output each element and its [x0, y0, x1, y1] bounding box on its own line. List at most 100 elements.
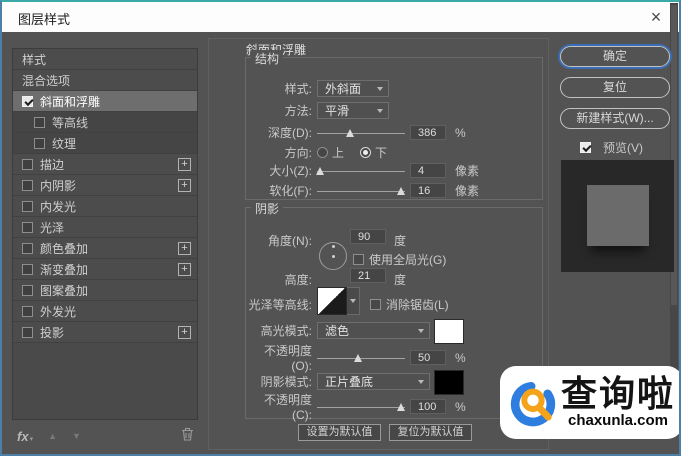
structure-group-label: 结构: [251, 50, 284, 67]
item-checkbox[interactable]: [22, 242, 33, 254]
item-checkbox[interactable]: [22, 284, 33, 296]
item-checkbox[interactable]: [22, 305, 33, 317]
item-checkbox[interactable]: [22, 179, 33, 191]
gloss-contour-swatch[interactable]: [317, 287, 347, 315]
altitude-label: 高度:: [284, 273, 312, 287]
item-label: 颜色叠加: [40, 241, 89, 256]
style-list-item[interactable]: 投影 +: [13, 322, 197, 343]
angle-dial[interactable]: [319, 242, 347, 270]
plus-icon[interactable]: +: [178, 157, 191, 171]
style-list-item[interactable]: 样式: [13, 49, 197, 70]
slider-thumb-icon[interactable]: [396, 186, 405, 195]
watermark-text: 查询啦 chaxunla.com: [561, 376, 675, 429]
direction-row: 方向: 上 下: [250, 144, 540, 161]
shadow-opacity-input[interactable]: [410, 399, 446, 414]
style-list-item[interactable]: 混合选项: [13, 70, 197, 91]
soften-row: 软化(F): 像素: [250, 182, 540, 199]
plus-icon[interactable]: +: [178, 241, 191, 255]
item-checkbox[interactable]: [22, 200, 33, 212]
style-list-item[interactable]: 描边 +: [13, 154, 197, 175]
dialog-title: 图层样式: [18, 12, 71, 27]
highlight-color-swatch[interactable]: [434, 319, 464, 344]
item-label: 投影: [40, 325, 65, 340]
slider-thumb-icon[interactable]: [396, 402, 405, 411]
direction-down-radio[interactable]: [360, 147, 372, 158]
contour-picker-button[interactable]: [347, 287, 360, 315]
reset-button[interactable]: 复位: [560, 77, 670, 98]
chevron-down-icon: [350, 299, 356, 303]
item-checkbox[interactable]: [22, 263, 33, 275]
depth-slider[interactable]: [317, 126, 405, 140]
fx-menu-button[interactable]: fx: [17, 429, 29, 444]
watermark-title: 查询啦: [561, 374, 676, 414]
style-list-item[interactable]: 等高线: [13, 112, 197, 133]
item-label: 描边: [40, 157, 65, 172]
style-list-item[interactable]: 光泽: [13, 217, 197, 238]
style-list-item[interactable]: 斜面和浮雕: [13, 91, 197, 112]
style-list-item[interactable]: 图案叠加: [13, 280, 197, 301]
angle-input[interactable]: [350, 229, 386, 244]
item-checkbox[interactable]: [22, 326, 33, 338]
item-checkbox[interactable]: [34, 137, 45, 149]
plus-icon[interactable]: +: [178, 325, 191, 339]
slider-thumb-icon[interactable]: [354, 353, 363, 362]
antialias-checkbox[interactable]: [370, 299, 381, 310]
size-slider[interactable]: [315, 164, 405, 178]
item-checkbox[interactable]: [34, 116, 45, 128]
move-down-icon[interactable]: ▼: [72, 431, 81, 441]
gloss-contour-label: 光泽等高线:: [248, 298, 312, 312]
style-list-item[interactable]: 外发光: [13, 301, 197, 322]
style-list-item[interactable]: 颜色叠加 +: [13, 238, 197, 259]
global-light-row: 使用全局光(G): [353, 251, 446, 268]
style-list-item[interactable]: 内阴影 +: [13, 175, 197, 196]
direction-label: 方向:: [284, 146, 312, 160]
depth-input[interactable]: [410, 125, 446, 140]
move-up-icon[interactable]: ▲: [48, 431, 57, 441]
ok-button[interactable]: 确定: [560, 46, 670, 67]
technique-value: 平滑: [325, 104, 350, 118]
style-row: 样式: 外斜面: [250, 80, 540, 97]
slider-thumb-icon[interactable]: [315, 166, 324, 175]
reset-default-button[interactable]: 复位为默认值: [389, 424, 472, 441]
preview-checkbox[interactable]: [580, 142, 591, 153]
method-row: 方法: 平滑: [250, 102, 540, 119]
item-checkbox[interactable]: [22, 158, 33, 170]
technique-select[interactable]: 平滑: [317, 102, 389, 119]
highlight-mode-select[interactable]: 滤色: [317, 322, 430, 339]
item-label: 斜面和浮雕: [40, 94, 101, 109]
soften-slider[interactable]: [317, 184, 405, 198]
delete-effect-icon[interactable]: [181, 427, 194, 446]
highlight-mode-value: 滤色: [325, 324, 350, 338]
style-list-item[interactable]: 渐变叠加 +: [13, 259, 197, 280]
highlight-opacity-slider[interactable]: [317, 351, 405, 365]
bevel-style-select[interactable]: 外斜面: [317, 80, 389, 97]
item-checkbox[interactable]: [22, 95, 33, 107]
method-label: 方法:: [284, 104, 312, 118]
altitude-input[interactable]: [350, 268, 386, 283]
depth-unit: %: [455, 125, 466, 140]
set-default-button[interactable]: 设置为默认值: [298, 424, 381, 441]
close-icon[interactable]: ×: [643, 4, 669, 30]
shadow-opacity-unit: %: [455, 399, 466, 414]
direction-down-label: 下: [375, 146, 388, 160]
plus-icon[interactable]: +: [178, 178, 191, 192]
item-label: 内阴影: [40, 178, 77, 193]
soften-input[interactable]: [410, 183, 446, 198]
style-list-item[interactable]: 纹理: [13, 133, 197, 154]
shadow-mode-select[interactable]: 正片叠底: [317, 373, 430, 390]
slider-thumb-icon[interactable]: [346, 128, 355, 137]
preview-toggle-row: 预览(V): [580, 139, 643, 156]
highlight-opacity-input[interactable]: [410, 350, 446, 365]
item-label: 光泽: [40, 220, 65, 235]
style-list-item[interactable]: 内发光: [13, 196, 197, 217]
global-light-checkbox[interactable]: [353, 254, 364, 265]
shadow-opacity-slider[interactable]: [317, 400, 405, 414]
direction-up-radio[interactable]: [317, 147, 328, 158]
shadow-color-swatch[interactable]: [434, 370, 464, 395]
plus-icon[interactable]: +: [178, 262, 191, 276]
size-input[interactable]: [410, 163, 446, 178]
chevron-down-icon: [418, 328, 424, 333]
style-list: 样式 混合选项 斜面和浮雕 等高线 纹理 描边 + 内阴影 + 内发光 光泽 颜色叠加 + 渐变叠加 + 图案…: [12, 48, 198, 420]
new-style-button[interactable]: 新建样式(W)...: [560, 108, 670, 129]
item-checkbox[interactable]: [22, 221, 33, 233]
